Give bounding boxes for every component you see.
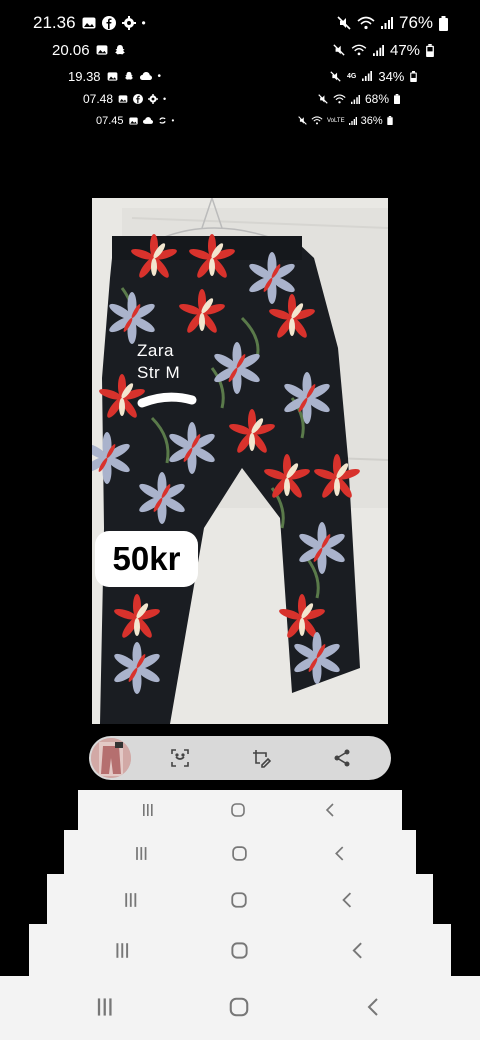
battery-icon: [439, 15, 449, 31]
status-time: 21.36: [33, 13, 76, 32]
home-icon[interactable]: [224, 935, 254, 965]
image-icon: [82, 17, 96, 29]
dot-icon: •: [171, 116, 175, 125]
battery-icon: [394, 94, 401, 104]
home-icon[interactable]: [226, 798, 250, 822]
signal-icon: [351, 94, 360, 104]
recent-apps-icon[interactable]: [117, 886, 145, 914]
wifi-icon: [357, 16, 375, 30]
battery-icon: [386, 116, 393, 125]
battery-percent: 47%: [390, 41, 421, 59]
cloud-icon: [142, 117, 153, 124]
image-icon: [96, 45, 108, 55]
home-icon[interactable]: [226, 840, 252, 866]
nav-bar-3: [47, 874, 433, 924]
cloud-icon: [139, 72, 152, 80]
edit-icon[interactable]: [247, 744, 275, 772]
mute-icon: [330, 70, 341, 82]
recent-apps-icon[interactable]: [128, 840, 154, 866]
battery-icon: [426, 43, 434, 57]
battery-percent: 76%: [399, 13, 434, 32]
nav-bar-1: [78, 790, 402, 830]
wifi-icon: [311, 116, 323, 125]
snapchat-icon: [114, 44, 126, 56]
back-icon[interactable]: [326, 840, 352, 866]
home-icon[interactable]: [222, 990, 256, 1024]
status-time: 07.48: [83, 92, 114, 106]
screenshot-toolbar: [89, 736, 391, 780]
scan-icon[interactable]: [166, 744, 194, 772]
image-icon: [128, 116, 138, 125]
dot-icon: •: [141, 16, 146, 30]
gear-icon: [148, 94, 159, 104]
wifi-icon: [351, 44, 367, 56]
battery-percent: 68%: [365, 92, 390, 106]
share-icon[interactable]: [328, 744, 356, 772]
image-icon: [107, 71, 118, 81]
status-row-1-left: 21.36 •: [33, 12, 146, 34]
signal-icon: [348, 116, 357, 125]
product-photo[interactable]: Zara Str M: [92, 198, 388, 724]
brand-label: Zara: [137, 341, 174, 360]
signal-icon: [381, 17, 393, 29]
back-icon[interactable]: [342, 935, 372, 965]
network-badge: VoLTE: [327, 117, 345, 124]
status-time: 07.45: [96, 114, 124, 127]
back-icon[interactable]: [318, 798, 342, 822]
mute-icon: [333, 44, 345, 56]
recent-apps-icon[interactable]: [107, 935, 137, 965]
wifi-icon: [333, 94, 346, 104]
mute-icon: [337, 16, 351, 30]
nav-bar-2: [64, 830, 416, 874]
nav-bar-main: [0, 976, 480, 1040]
status-row-3-right: 4G 34%: [330, 67, 418, 85]
status-row-2-left: 20.06: [52, 40, 126, 60]
size-label: Str M: [137, 363, 181, 382]
signal-icon: [373, 44, 384, 56]
status-row-2-right: 47%: [333, 40, 434, 60]
thumbnail[interactable]: [91, 738, 131, 778]
status-time: 19.38: [68, 68, 101, 84]
facebook-icon: [133, 94, 144, 104]
recent-apps-icon[interactable]: [136, 798, 160, 822]
gear-icon: [121, 16, 136, 30]
image-icon: [118, 95, 128, 103]
battery-icon: [410, 70, 418, 82]
back-icon[interactable]: [356, 990, 390, 1024]
battery-percent: 34%: [378, 68, 405, 84]
pants-illustration: [92, 198, 388, 724]
battery-percent: 36%: [360, 114, 383, 127]
network-badge: 4G: [347, 72, 357, 80]
status-time: 20.06: [52, 41, 90, 59]
status-row-4-right: 68%: [318, 91, 401, 107]
signal-icon: [362, 71, 373, 81]
status-row-3-left: 19.38 •: [68, 67, 161, 85]
nav-bar-4: [29, 924, 451, 976]
dot-icon: •: [163, 94, 167, 104]
facebook-icon: [101, 16, 116, 30]
mute-icon: [298, 116, 307, 125]
snapchat-icon: [124, 71, 134, 81]
status-row-4-left: 07.48 •: [83, 91, 166, 107]
dot-icon: •: [157, 70, 162, 82]
status-row-5-right: VoLTE 36%: [298, 113, 393, 128]
home-icon[interactable]: [225, 886, 253, 914]
mute-icon: [318, 94, 328, 104]
recent-apps-icon[interactable]: [88, 990, 122, 1024]
status-row-5-left: 07.45 •: [96, 113, 174, 128]
price-sticker: 50kr: [95, 531, 198, 587]
sync-icon: [158, 116, 167, 125]
status-row-1-right: 76%: [337, 12, 449, 34]
back-icon[interactable]: [333, 886, 361, 914]
